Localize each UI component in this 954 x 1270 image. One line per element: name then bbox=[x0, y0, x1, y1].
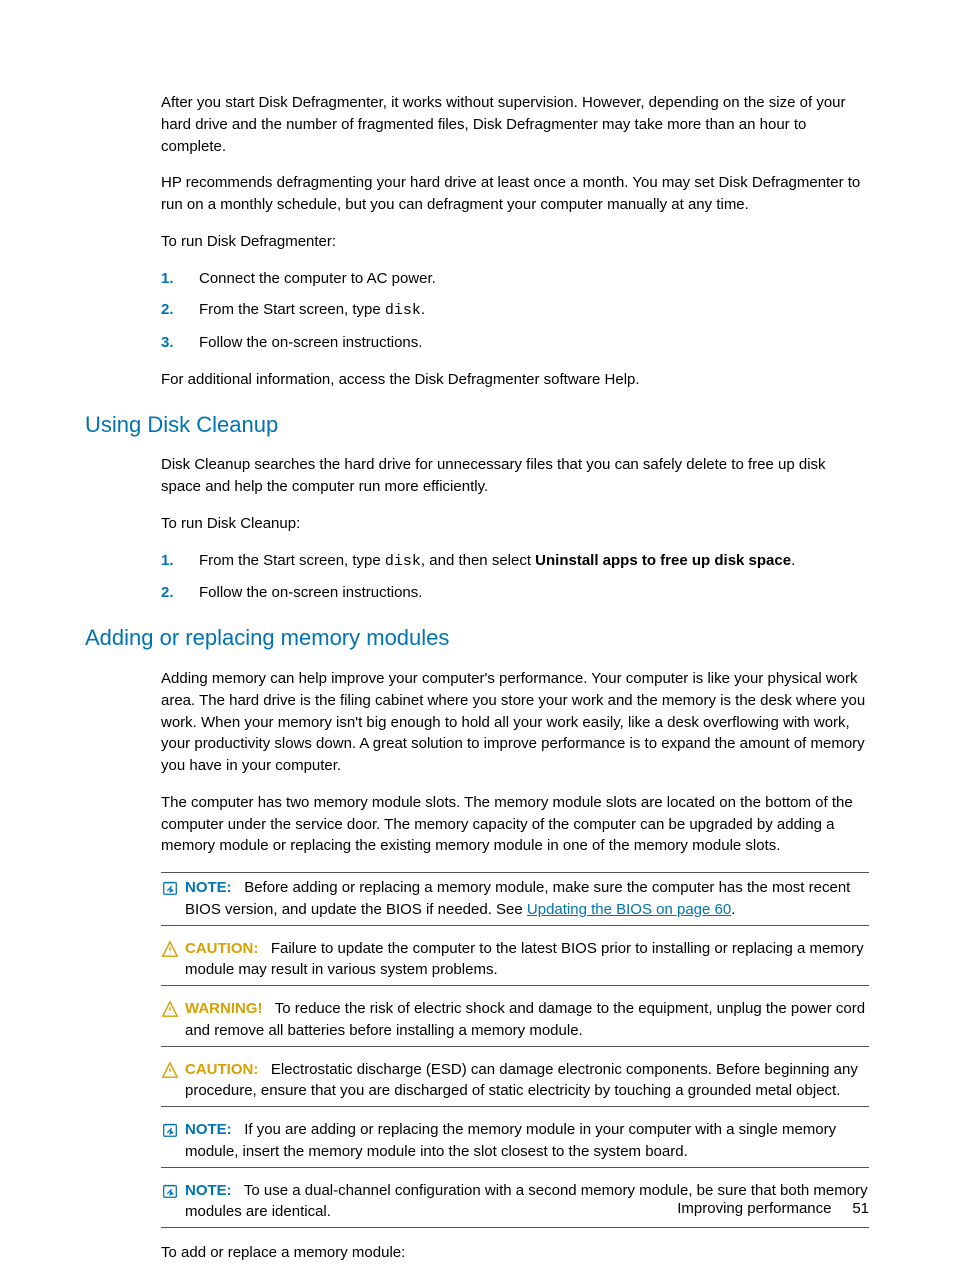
list-number: 1. bbox=[161, 550, 199, 573]
page-number: 51 bbox=[852, 1200, 869, 1217]
list-number: 3. bbox=[161, 332, 199, 354]
note-icon bbox=[161, 1121, 179, 1146]
note-icon bbox=[161, 879, 179, 904]
warning-label: WARNING! bbox=[185, 1000, 263, 1017]
page-content: After you start Disk Defragmenter, it wo… bbox=[0, 0, 954, 1264]
list-text: From the Start screen, type disk, and th… bbox=[199, 550, 869, 573]
list-item: 1. Connect the computer to AC power. bbox=[161, 268, 869, 290]
note-callout: NOTE: Before adding or replacing a memor… bbox=[161, 872, 869, 926]
caution-label: CAUTION: bbox=[185, 1061, 258, 1078]
list-text: Follow the on-screen instructions. bbox=[199, 582, 869, 604]
body-paragraph: The computer has two memory module slots… bbox=[161, 792, 869, 857]
list-text: From the Start screen, type disk. bbox=[199, 299, 869, 322]
body-paragraph: To run Disk Cleanup: bbox=[161, 513, 869, 535]
body-paragraph: After you start Disk Defragmenter, it wo… bbox=[161, 92, 869, 157]
list-text: Connect the computer to AC power. bbox=[199, 268, 869, 290]
body-paragraph: Disk Cleanup searches the hard drive for… bbox=[161, 454, 869, 498]
callout-text: CAUTION: Electrostatic discharge (ESD) c… bbox=[185, 1059, 869, 1103]
note-label: NOTE: bbox=[185, 879, 232, 896]
list-text: Follow the on-screen instructions. bbox=[199, 332, 869, 354]
ordered-list: 1. From the Start screen, type disk, and… bbox=[161, 550, 869, 605]
list-number: 2. bbox=[161, 299, 199, 322]
page-footer: Improving performance 51 bbox=[677, 1198, 869, 1220]
list-item: 2. From the Start screen, type disk. bbox=[161, 299, 869, 322]
body-paragraph: Adding memory can help improve your comp… bbox=[161, 668, 869, 777]
warning-icon bbox=[161, 1000, 179, 1025]
list-item: 2. Follow the on-screen instructions. bbox=[161, 582, 869, 604]
list-number: 1. bbox=[161, 268, 199, 290]
caution-callout: CAUTION: Failure to update the computer … bbox=[161, 934, 869, 987]
caution-callout: CAUTION: Electrostatic discharge (ESD) c… bbox=[161, 1055, 869, 1108]
callout-text: NOTE: If you are adding or replacing the… bbox=[185, 1119, 869, 1163]
warning-callout: WARNING! To reduce the risk of electric … bbox=[161, 994, 869, 1047]
note-callout: NOTE: If you are adding or replacing the… bbox=[161, 1115, 869, 1168]
caution-label: CAUTION: bbox=[185, 940, 258, 957]
body-paragraph: HP recommends defragmenting your hard dr… bbox=[161, 172, 869, 216]
list-item: 1. From the Start screen, type disk, and… bbox=[161, 550, 869, 573]
callout-text: NOTE: Before adding or replacing a memor… bbox=[185, 877, 869, 921]
ordered-list: 1. Connect the computer to AC power. 2. … bbox=[161, 268, 869, 354]
list-item: 3. Follow the on-screen instructions. bbox=[161, 332, 869, 354]
caution-icon bbox=[161, 940, 179, 965]
caution-icon bbox=[161, 1061, 179, 1086]
bios-update-link[interactable]: Updating the BIOS on page 60 bbox=[527, 901, 731, 918]
section-heading-disk-cleanup: Using Disk Cleanup bbox=[85, 409, 869, 441]
note-icon bbox=[161, 1182, 179, 1207]
section-heading-memory-modules: Adding or replacing memory modules bbox=[85, 622, 869, 654]
callout-text: WARNING! To reduce the risk of electric … bbox=[185, 998, 869, 1042]
body-paragraph: For additional information, access the D… bbox=[161, 369, 869, 391]
list-number: 2. bbox=[161, 582, 199, 604]
note-label: NOTE: bbox=[185, 1182, 232, 1199]
bold-text: Uninstall apps to free up disk space bbox=[535, 552, 791, 569]
code-text: disk bbox=[385, 302, 421, 319]
note-label: NOTE: bbox=[185, 1121, 232, 1138]
body-paragraph: To run Disk Defragmenter: bbox=[161, 231, 869, 253]
body-paragraph: To add or replace a memory module: bbox=[161, 1242, 869, 1264]
code-text: disk bbox=[385, 553, 421, 570]
callout-text: CAUTION: Failure to update the computer … bbox=[185, 938, 869, 982]
footer-section-title: Improving performance bbox=[677, 1200, 831, 1217]
